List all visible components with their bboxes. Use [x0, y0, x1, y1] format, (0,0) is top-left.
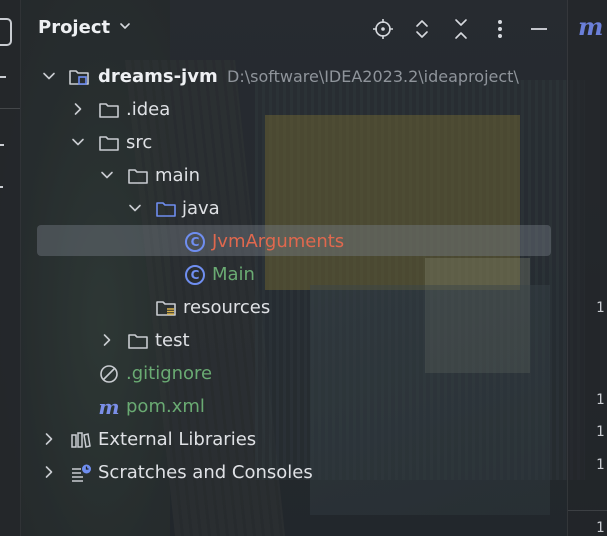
- tree-node-resources[interactable]: resources: [20, 291, 566, 324]
- chevron-right-icon[interactable]: [41, 431, 57, 447]
- editor-edge: m 1 1 1 1 1: [567, 0, 607, 536]
- tree-node-label: External Libraries: [98, 429, 257, 450]
- tool-strip-mark: [0, 144, 4, 146]
- java-class-icon: C: [184, 231, 206, 253]
- tree-node-main-class[interactable]: C Main: [20, 258, 566, 291]
- folder-icon: [98, 132, 120, 154]
- tree-node-idea[interactable]: .idea: [20, 93, 566, 126]
- chevron-right-icon[interactable]: [70, 101, 86, 117]
- tool-strip-mark: [0, 186, 3, 188]
- tree-node-label: src: [126, 132, 153, 153]
- module-path: D:\software\IDEA2023.2\ideaproject\: [227, 67, 519, 86]
- chevron-down-icon[interactable]: [70, 134, 86, 150]
- folder-icon: [98, 99, 120, 121]
- line-number-fragment: 1: [596, 457, 605, 473]
- tree-node-label: test: [155, 330, 190, 351]
- chevron-down-icon: [118, 18, 132, 37]
- ignore-file-icon: [98, 363, 120, 385]
- chevron-right-icon[interactable]: [99, 332, 115, 348]
- chevron-down-icon[interactable]: [99, 167, 115, 183]
- line-number-fragment: 1: [596, 392, 605, 408]
- expand-all-icon[interactable]: [409, 16, 435, 42]
- panel-title: Project: [38, 17, 111, 38]
- maven-tab-icon[interactable]: m: [578, 12, 603, 41]
- tree-node-gitignore[interactable]: .gitignore: [20, 357, 566, 390]
- tree-node-src[interactable]: src: [20, 126, 566, 159]
- line-number-fragment: 1: [596, 300, 605, 316]
- chevron-down-icon[interactable]: [127, 200, 143, 216]
- maven-file-icon: m: [98, 395, 120, 419]
- tree-node-scratches[interactable]: Scratches and Consoles: [20, 456, 566, 489]
- locate-icon[interactable]: [370, 16, 396, 42]
- tree-node-main[interactable]: main: [20, 159, 566, 192]
- scratches-icon: [70, 462, 92, 484]
- tree-node-dreams-jvm[interactable]: dreams-jvm D:\software\IDEA2023.2\ideapr…: [20, 60, 566, 93]
- tree-node-label: .gitignore: [126, 363, 213, 384]
- tree-node-test[interactable]: test: [20, 324, 566, 357]
- tree-node-jvm-arguments[interactable]: C JvmArguments: [20, 225, 566, 258]
- resources-folder-icon: [155, 297, 177, 319]
- tree-node-external-libraries[interactable]: External Libraries: [20, 423, 566, 456]
- tree-node-label: Main: [212, 264, 255, 285]
- project-panel-header: Project: [20, 0, 566, 58]
- tree-node-label: main: [155, 165, 200, 186]
- tree-node-label: Scratches and Consoles: [98, 462, 313, 483]
- tree-node-label: .idea: [126, 99, 171, 120]
- tree-node-pom[interactable]: m pom.xml: [20, 390, 566, 423]
- project-tool-window-button[interactable]: [0, 18, 12, 46]
- more-options-icon[interactable]: [487, 16, 513, 42]
- left-tool-strip: [0, 0, 21, 536]
- java-class-icon: C: [184, 264, 206, 286]
- tool-strip-mark: [0, 76, 6, 78]
- tree-node-label: java: [182, 198, 220, 219]
- folder-icon: [127, 330, 149, 352]
- line-number-fragment: 1: [596, 424, 605, 440]
- project-view-selector[interactable]: Project: [38, 17, 132, 38]
- tree-node-label: resources: [183, 297, 271, 318]
- collapse-all-icon[interactable]: [448, 16, 474, 42]
- minimize-icon[interactable]: [526, 16, 552, 42]
- tree-node-label: dreams-jvm: [98, 66, 218, 87]
- library-icon: [70, 429, 92, 451]
- tree-node-java[interactable]: java: [20, 192, 566, 225]
- editor-divider: [568, 510, 607, 511]
- tree-node-label: pom.xml: [126, 396, 205, 417]
- tree-node-label: JvmArguments: [212, 231, 345, 252]
- project-tree: dreams-jvm D:\software\IDEA2023.2\ideapr…: [20, 58, 566, 536]
- tool-strip-divider: [0, 108, 20, 109]
- folder-icon: [127, 165, 149, 187]
- chevron-down-icon[interactable]: [41, 68, 57, 84]
- chevron-right-icon[interactable]: [41, 464, 57, 480]
- module-folder-icon: [68, 66, 90, 88]
- source-folder-icon: [155, 198, 177, 220]
- line-number-fragment: 1: [596, 520, 605, 536]
